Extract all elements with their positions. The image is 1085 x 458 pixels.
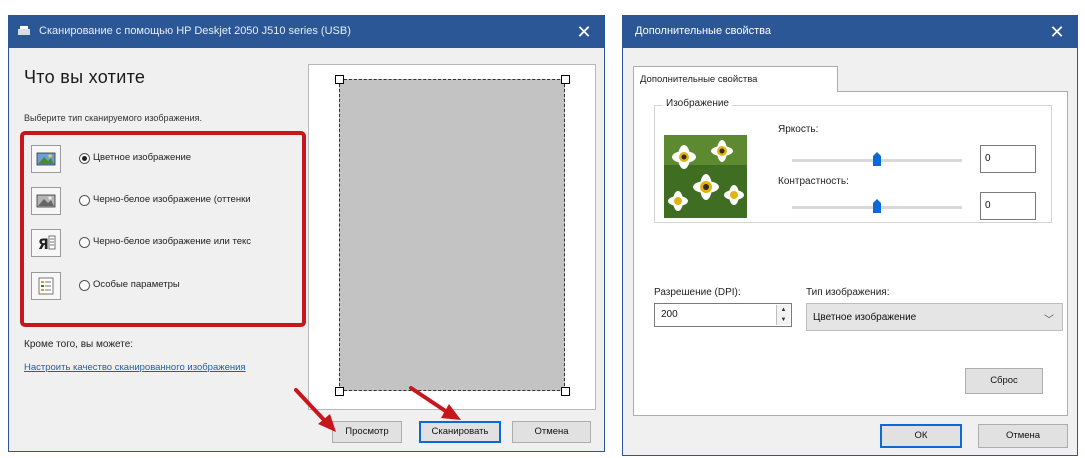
custom-settings-icon[interactable]	[31, 272, 61, 300]
properties-dialog: Дополнительные свойства ✕ Дополнительные…	[622, 15, 1078, 456]
preview-button[interactable]: Просмотр	[332, 421, 402, 443]
cancel-button[interactable]: Отмена	[978, 424, 1068, 448]
also-label: Кроме того, вы можете:	[24, 339, 134, 350]
scan-preview-pane[interactable]	[308, 64, 596, 410]
close-icon[interactable]: ✕	[574, 22, 594, 42]
scan-dialog-titlebar[interactable]: Сканирование с помощью HP Deskjet 2050 J…	[9, 16, 604, 48]
radio-grayscale-image[interactable]	[79, 195, 90, 206]
contrast-input[interactable]: 0	[980, 192, 1036, 220]
resize-handle-top-left[interactable]	[335, 75, 344, 84]
image-type-select[interactable]: Цветное изображение ﹀	[806, 303, 1063, 331]
close-icon[interactable]: ✕	[1047, 22, 1067, 42]
option-label: Особые параметры	[93, 279, 180, 290]
page-title: Что вы хотите	[24, 67, 146, 87]
scan-button[interactable]: Сканировать	[419, 421, 501, 443]
resolution-label: Разрешение (DPI):	[654, 287, 741, 298]
scan-dialog: Сканирование с помощью HP Deskjet 2050 J…	[8, 15, 605, 452]
tab-label: Дополнительные свойства	[640, 74, 758, 85]
option-label: Черно-белое изображение или текс	[93, 236, 252, 247]
option-bw-text[interactable]: Я Черно-белое изображение или текс	[31, 229, 303, 257]
resize-handle-bottom-right[interactable]	[561, 387, 570, 396]
radio-custom-settings[interactable]	[79, 280, 90, 291]
grayscale-photo-icon[interactable]	[31, 187, 61, 215]
scan-selection-area[interactable]	[339, 79, 565, 391]
resolution-input[interactable]: 200 ▲ ▼	[654, 303, 792, 327]
image-group: Изображение Яркость: 0 Контрастность: 0	[654, 98, 1052, 223]
scanner-icon	[18, 26, 30, 35]
chevron-down-icon: ﹀	[1044, 315, 1054, 326]
color-photo-icon[interactable]	[31, 145, 61, 173]
spin-down-icon[interactable]: ▼	[777, 315, 790, 325]
spin-up-icon[interactable]: ▲	[777, 305, 790, 315]
option-grayscale-image[interactable]: Черно-белое изображение (оттенки	[31, 187, 303, 215]
resize-handle-top-right[interactable]	[561, 75, 570, 84]
option-color-image[interactable]: Цветное изображение	[31, 145, 303, 173]
brightness-slider-thumb[interactable]	[873, 152, 881, 166]
scan-dialog-title: Сканирование с помощью HP Deskjet 2050 J…	[39, 25, 351, 37]
brightness-input[interactable]: 0	[980, 145, 1036, 173]
arrow-to-scan-icon	[409, 386, 461, 420]
svg-text:Я: Я	[38, 237, 49, 253]
page-subtitle: Выберите тип сканируемого изображения.	[24, 113, 202, 123]
image-type-value: Цветное изображение	[813, 312, 917, 323]
option-label: Цветное изображение	[93, 152, 192, 163]
arrow-to-preview-icon	[294, 388, 336, 432]
radio-bw-text[interactable]	[79, 237, 90, 248]
group-label: Изображение	[663, 98, 732, 109]
image-type-label: Тип изображения:	[806, 287, 890, 298]
tab-panel: Изображение Яркость: 0 Контрастность: 0 …	[633, 91, 1068, 416]
contrast-label: Контрастность:	[778, 176, 849, 187]
brightness-label: Яркость:	[778, 124, 819, 135]
contrast-slider-thumb[interactable]	[873, 199, 881, 213]
properties-dialog-titlebar[interactable]: Дополнительные свойства ✕	[623, 16, 1077, 48]
ok-button[interactable]: ОК	[880, 424, 962, 448]
resolution-value: 200	[661, 309, 678, 320]
radio-color-image[interactable]	[79, 153, 90, 164]
tab-advanced-properties[interactable]: Дополнительные свойства	[633, 66, 838, 92]
adjust-quality-link[interactable]: Настроить качество сканированного изобра…	[24, 362, 254, 373]
resolution-spinner[interactable]: ▲ ▼	[776, 305, 790, 325]
properties-dialog-title: Дополнительные свойства	[635, 25, 771, 37]
option-custom-settings[interactable]: Особые параметры	[31, 272, 303, 300]
preview-thumbnail	[664, 135, 747, 218]
cancel-button[interactable]: Отмена	[512, 421, 591, 443]
text-document-icon[interactable]: Я	[31, 229, 61, 257]
reset-button[interactable]: Сброс	[965, 368, 1043, 394]
option-label: Черно-белое изображение (оттенки	[93, 194, 251, 205]
